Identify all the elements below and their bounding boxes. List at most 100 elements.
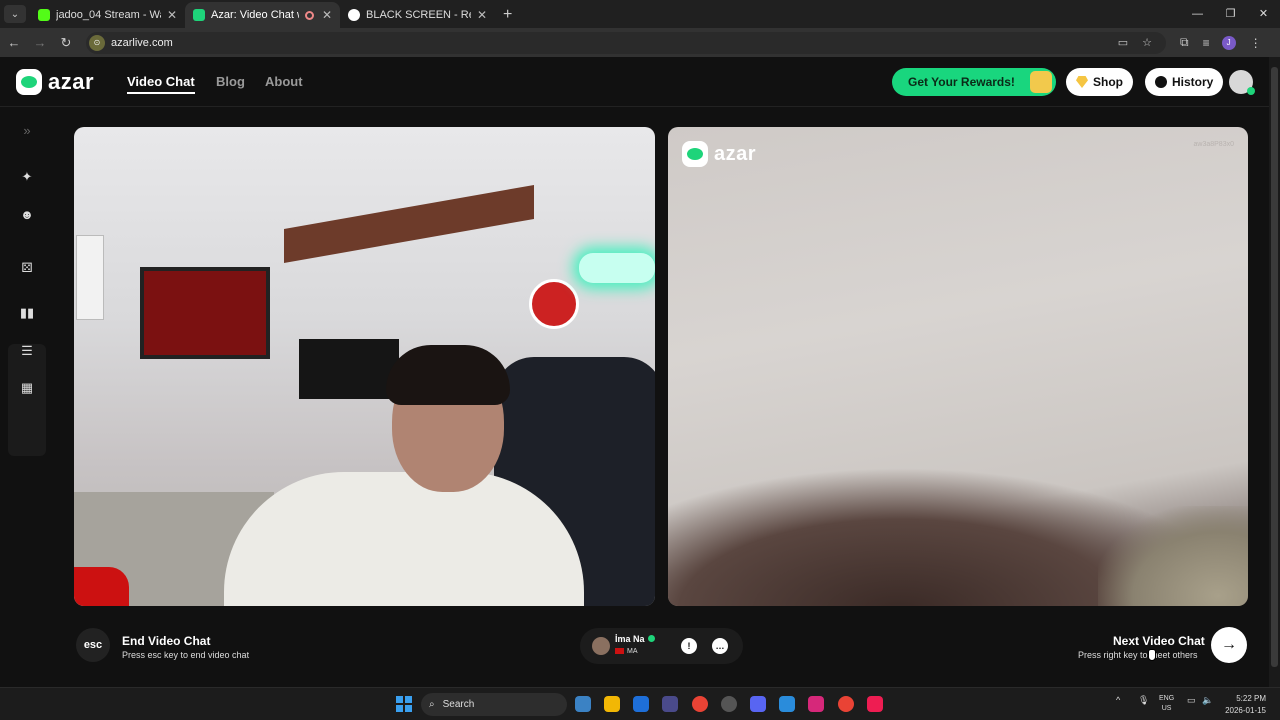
extensions-icon[interactable]: ⧉ — [1180, 35, 1189, 50]
forward-icon[interactable]: → — [28, 35, 52, 50]
magic-wand-icon[interactable]: ✦ — [19, 169, 35, 185]
partner-avatar[interactable] — [592, 637, 610, 655]
taskbar-search[interactable]: ⌕ Search — [421, 693, 567, 716]
shop-button[interactable]: Shop — [1066, 68, 1133, 96]
nav-about[interactable]: About — [265, 74, 303, 89]
browser-tab-bar: ⌄ jadoo_04 Stream - Watch Live o ✕ Azar:… — [0, 0, 1280, 28]
tab-title: BLACK SCREEN - Recherche Go — [366, 9, 471, 21]
app-icon[interactable] — [779, 696, 795, 712]
azar-favicon-icon — [193, 9, 205, 21]
smiley-icon[interactable]: ☻ — [19, 206, 35, 222]
nav-blog[interactable]: Blog — [216, 74, 245, 89]
time: 5:22 PM — [1236, 694, 1266, 703]
cast-icon[interactable]: ▭ — [1118, 36, 1128, 49]
browser-toolbar: ← → ↻ ⊙ azarlive.com ▭ ☆ ⧉ ≡ J ⋮ — [0, 28, 1280, 57]
browser-tab-azar[interactable]: Azar: Video Chat with New ✕ — [185, 2, 340, 28]
flag-icon — [615, 648, 624, 655]
steam-icon[interactable] — [721, 696, 737, 712]
end-chat-title: End Video Chat — [122, 634, 211, 648]
partner-name-row: İma Na — [615, 634, 655, 644]
search-label: Search — [442, 699, 475, 710]
dice-icon[interactable]: ⚄ — [19, 260, 35, 276]
verified-icon — [647, 635, 655, 642]
google-favicon-icon — [348, 9, 360, 21]
outlook-icon[interactable] — [633, 696, 649, 712]
tray-expand-icon[interactable]: ^ — [1116, 695, 1120, 705]
next-chat-button[interactable]: → — [1211, 627, 1247, 663]
shop-label: Shop — [1093, 75, 1123, 89]
close-window-icon[interactable]: ✕ — [1247, 0, 1280, 28]
windows-start-icon[interactable] — [396, 696, 412, 712]
partner-info-pill: İma Na MA ! … — [580, 628, 743, 664]
address-bar[interactable]: ⊙ azarlive.com ▭ ☆ — [86, 31, 1166, 54]
report-shield-icon[interactable]: ! — [681, 638, 697, 654]
tab-search-menu-icon[interactable]: ⌄ — [4, 5, 26, 23]
azar-watermark: azar — [682, 141, 756, 167]
system-clock[interactable]: 5:22 PM 2026-01-15 — [1218, 693, 1266, 717]
logo-text: azar — [48, 69, 95, 94]
tiktok-icon[interactable] — [867, 696, 883, 712]
get-rewards-button[interactable]: Get Your Rewards! — [892, 68, 1056, 96]
nav-video-chat[interactable]: Video Chat — [127, 74, 195, 94]
history-button[interactable]: History — [1145, 68, 1224, 96]
person-body — [224, 472, 584, 606]
person-hair — [386, 345, 510, 405]
rewards-label: Get Your Rewards! — [908, 75, 1015, 89]
microphone-icon[interactable]: 🎙 — [1138, 695, 1149, 706]
tab-close-icon[interactable]: ✕ — [322, 8, 332, 22]
neon-sign — [579, 253, 655, 283]
browser-tab-kick[interactable]: jadoo_04 Stream - Watch Live o ✕ — [30, 2, 185, 28]
gift-icon — [1030, 71, 1052, 93]
user-avatar[interactable] — [1229, 70, 1255, 95]
network-icon[interactable]: ▭ — [1187, 695, 1196, 706]
expand-sidebar-icon[interactable]: » — [19, 122, 35, 138]
new-tab-icon[interactable]: + — [503, 6, 512, 24]
azar-logo-icon — [16, 69, 42, 95]
tab-close-icon[interactable]: ✕ — [167, 8, 177, 22]
browser-menu-icon[interactable]: ⋮ — [1250, 36, 1262, 50]
language-indicator[interactable]: ENG US — [1159, 694, 1174, 714]
page-scrollbar[interactable] — [1269, 57, 1280, 687]
widgets-icon[interactable] — [575, 696, 591, 712]
minimize-icon[interactable]: — — [1181, 0, 1214, 28]
tv-screen — [299, 339, 399, 399]
diamond-icon — [1076, 76, 1088, 88]
reload-icon[interactable]: ↻ — [54, 35, 78, 51]
layout-side-by-side-icon[interactable]: ▮▮ — [19, 305, 35, 321]
clock-icon — [1155, 76, 1167, 88]
layout-selector — [8, 344, 46, 456]
next-chat-hint: Press right key to meet others — [1078, 650, 1198, 660]
end-chat-hint: Press esc key to end video chat — [122, 650, 250, 660]
instagram-icon[interactable] — [808, 696, 824, 712]
bookmark-star-icon[interactable]: ☆ — [1142, 36, 1152, 49]
site-info-icon[interactable]: ⊙ — [89, 34, 105, 51]
room-shelf — [284, 184, 534, 264]
site-header: azar Video Chat Blog About Get Your Rewa… — [0, 57, 1269, 107]
partner-country-row: MA — [615, 648, 638, 655]
discord-icon[interactable] — [750, 696, 766, 712]
store-icon[interactable] — [662, 696, 678, 712]
window-controls: — ❐ ✕ — [1181, 0, 1280, 28]
tab-title: jadoo_04 Stream - Watch Live o — [56, 9, 161, 21]
tab-title: Azar: Video Chat with New — [211, 9, 299, 21]
windows-taskbar: ⌕ Search ^ 🎙 ENG US ▭ 🔈 5:22 PM 2026-01-… — [0, 687, 1280, 720]
restore-icon[interactable]: ❐ — [1214, 0, 1247, 28]
tab-close-icon[interactable]: ✕ — [477, 8, 487, 22]
watermark-text: azar — [714, 142, 757, 165]
browser-tab-google[interactable]: BLACK SCREEN - Recherche Go ✕ — [340, 2, 495, 28]
chat-bubble-icon[interactable]: … — [712, 638, 728, 654]
file-explorer-icon[interactable] — [604, 696, 620, 712]
partner-blur — [1098, 506, 1248, 606]
reading-list-icon[interactable]: ≡ — [1203, 36, 1210, 50]
back-icon[interactable]: ← — [2, 35, 26, 50]
chrome-icon[interactable] — [692, 696, 708, 712]
volume-icon[interactable]: 🔈 — [1202, 695, 1213, 706]
room-window — [76, 235, 104, 320]
end-chat-button[interactable]: esc — [76, 628, 110, 662]
lang: ENG — [1159, 695, 1175, 702]
profile-avatar-icon[interactable]: J — [1221, 35, 1236, 50]
azar-logo[interactable]: azar — [16, 69, 94, 95]
layout-grid-icon[interactable]: ▦ — [19, 380, 35, 396]
layout-stacked-icon[interactable]: ☰ — [19, 343, 35, 359]
chrome-active-icon[interactable] — [838, 696, 854, 712]
